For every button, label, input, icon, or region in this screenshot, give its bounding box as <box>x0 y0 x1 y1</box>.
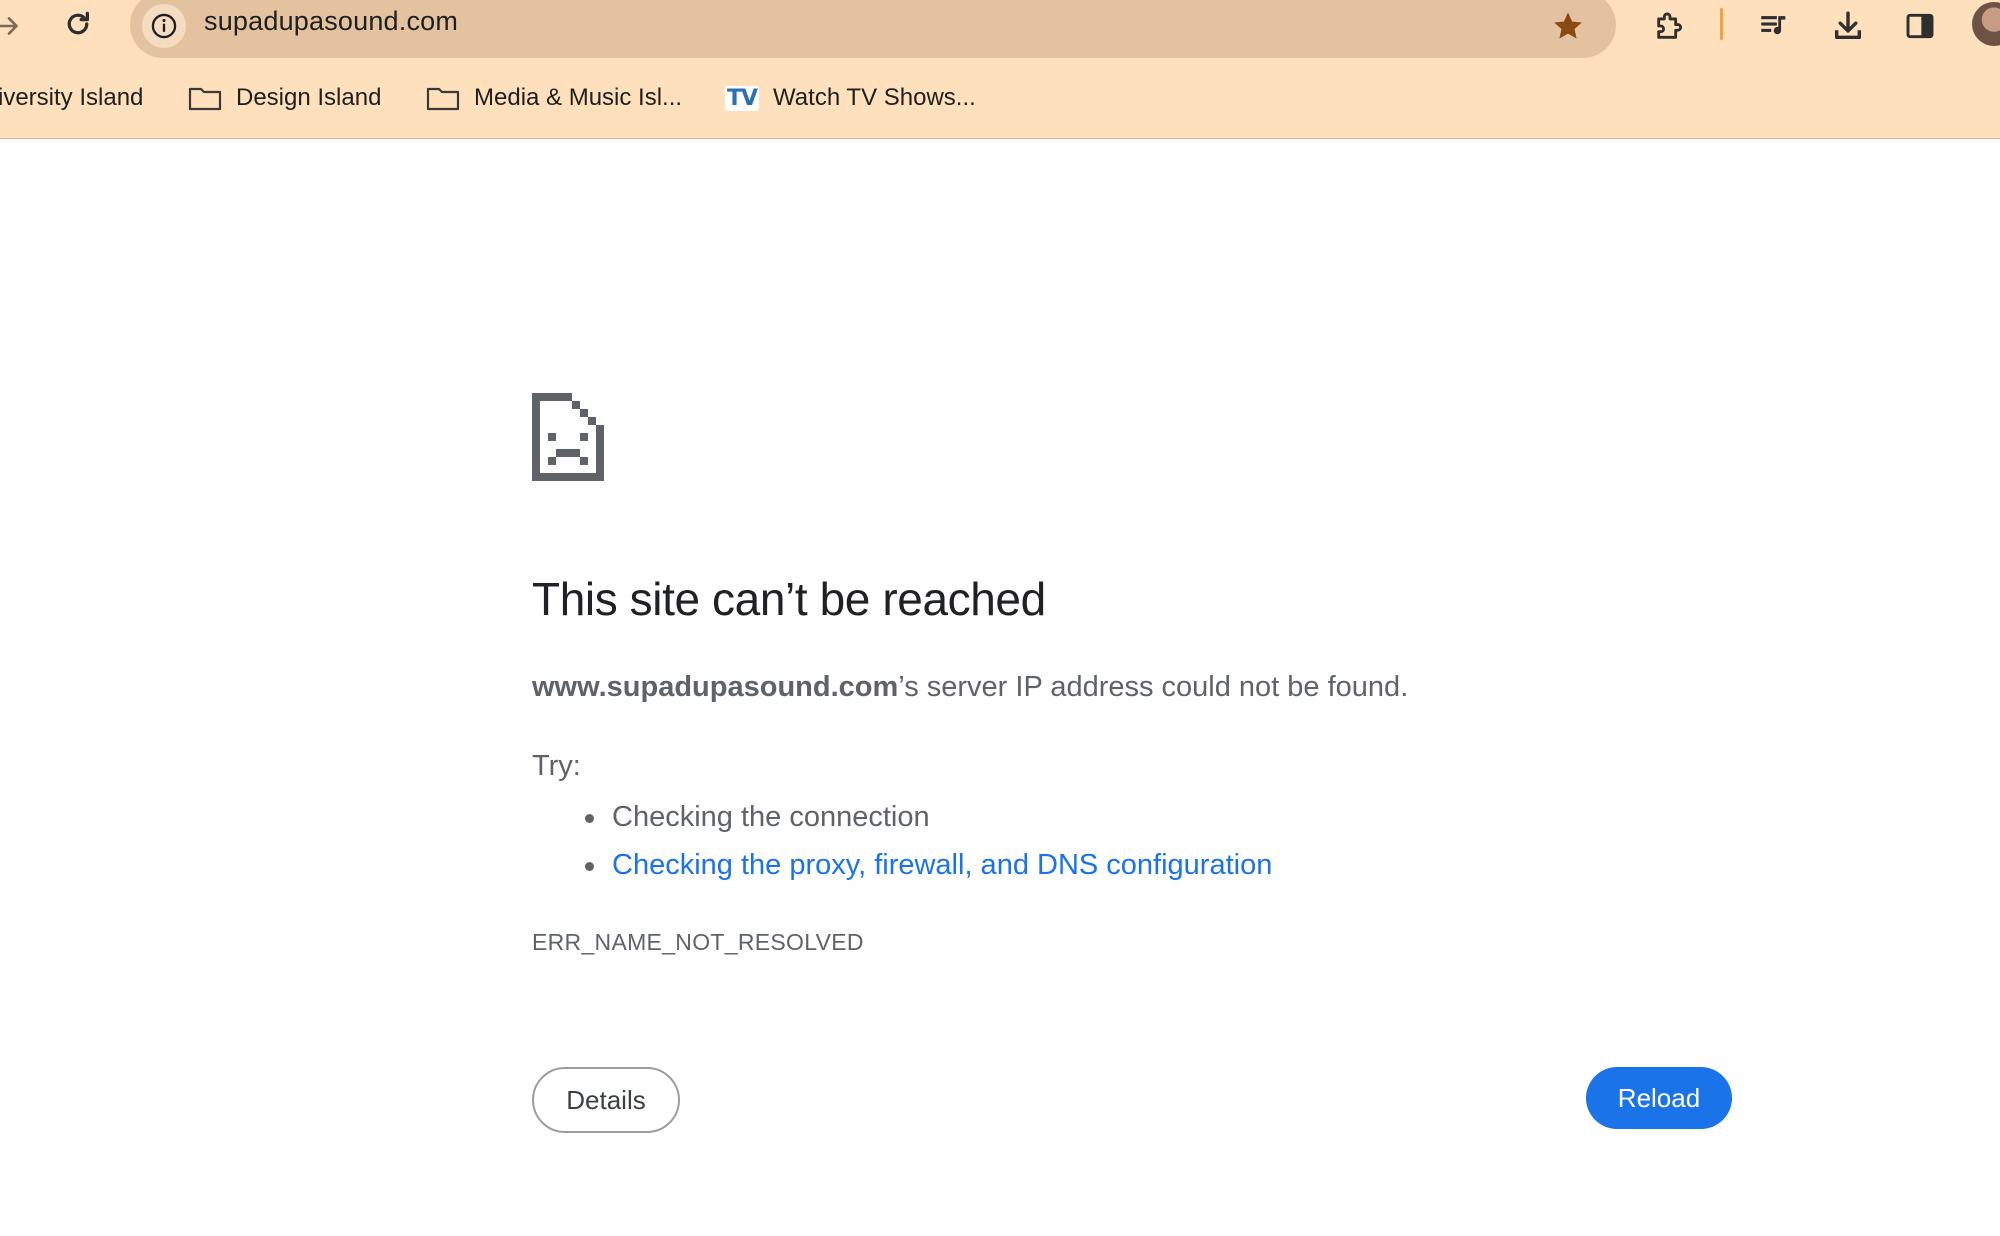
tv-icon: TV <box>725 85 760 111</box>
url-text[interactable]: supadupasound.com <box>204 6 458 37</box>
bookmark-label: Media & Music Isl... <box>474 84 683 111</box>
downloads-button[interactable] <box>1826 4 1870 48</box>
extensions-button[interactable] <box>1648 4 1692 48</box>
reload-button[interactable]: Reload <box>1586 1067 1732 1129</box>
suggestion-item: Checking the proxy, firewall, and DNS co… <box>532 841 1272 889</box>
bookmark-folder-design-island[interactable]: Design Island <box>188 78 381 118</box>
bookmark-folder-media-music[interactable]: Media & Music Isl... <box>426 78 682 118</box>
try-label: Try: <box>532 750 581 782</box>
error-description: www.supadupasound.com’s server IP addres… <box>532 671 1408 704</box>
browser-chrome: supadupasound.com iversity Island Design… <box>0 0 2000 139</box>
details-button[interactable]: Details <box>532 1067 680 1133</box>
suggestions-list: Checking the connection Checking the pro… <box>532 793 1272 889</box>
proxy-firewall-dns-link[interactable]: Checking the proxy, firewall, and DNS co… <box>612 849 1272 881</box>
forward-button[interactable] <box>0 6 24 46</box>
reload-nav-button[interactable] <box>58 4 98 44</box>
media-controls-button[interactable] <box>1752 4 1796 48</box>
site-info-button[interactable] <box>142 4 186 48</box>
bookmark-watch-tv[interactable]: TV Watch TV Shows... <box>725 78 976 118</box>
folder-icon <box>426 84 460 112</box>
error-title: This site can’t be reached <box>532 573 1046 625</box>
error-message: ’s server IP address could not be found. <box>898 671 1409 703</box>
error-code: ERR_NAME_NOT_RESOLVED <box>532 929 864 955</box>
arrow-right-icon <box>0 17 18 35</box>
refresh-icon <box>67 11 89 35</box>
bookmark-label: iversity Island <box>0 84 144 111</box>
folder-icon <box>188 84 222 112</box>
puzzle-icon <box>1657 12 1682 39</box>
side-panel-button[interactable] <box>1898 4 1942 48</box>
bookmark-star-button[interactable] <box>1548 6 1588 46</box>
bookmark-item[interactable]: iversity Island <box>0 78 143 118</box>
suggestion-text: Checking the connection <box>612 801 930 833</box>
suggestion-item: Checking the connection <box>532 793 1272 841</box>
info-icon <box>151 13 177 39</box>
address-bar[interactable]: supadupasound.com <box>130 0 1616 58</box>
side-panel-icon <box>1906 13 1934 39</box>
bookmark-label: Design Island <box>236 84 382 111</box>
bookmarks-bar: iversity Island Design Island Media & Mu… <box>0 78 2000 118</box>
error-host: www.supadupasound.com <box>532 671 899 703</box>
profile-avatar[interactable] <box>1972 2 2000 46</box>
bookmark-label: Watch TV Shows... <box>773 84 976 111</box>
playlist-music-icon <box>1761 16 1786 35</box>
toolbar-divider <box>1720 8 1723 40</box>
sad-document-icon <box>532 393 604 481</box>
download-icon <box>1834 11 1862 40</box>
star-icon <box>1554 12 1582 39</box>
